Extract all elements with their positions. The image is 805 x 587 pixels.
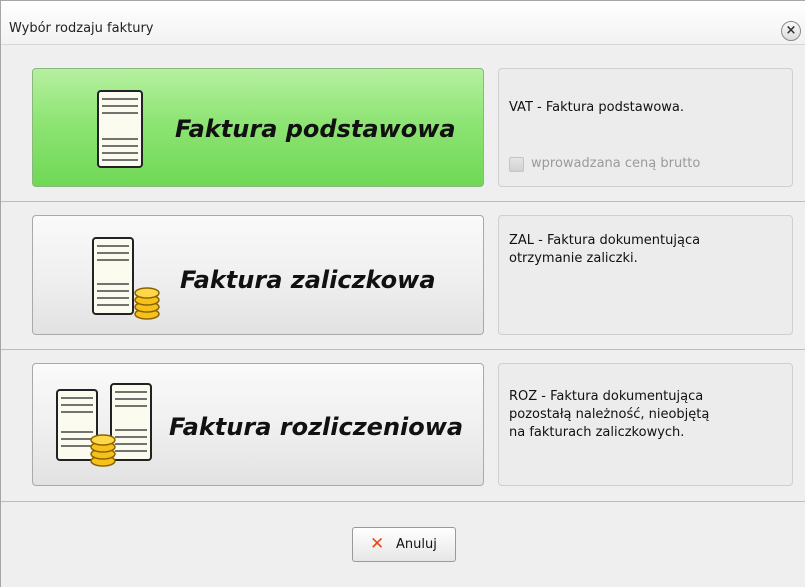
description-panel-advance-invoice: ZAL - Faktura dokumentująca otrzymanie z… bbox=[498, 215, 793, 335]
cancel-button-label: Anuluj bbox=[396, 537, 437, 552]
description-line: na fakturach zaliczkowych. bbox=[509, 425, 685, 440]
footer-divider bbox=[1, 501, 805, 502]
window-title: Wybór rodzaju faktury bbox=[9, 21, 154, 36]
two-invoices-with-coins-icon bbox=[56, 383, 152, 467]
description-panel-basic-invoice: VAT - Faktura podstawowa. wprowadzana ce… bbox=[498, 68, 793, 187]
section-divider bbox=[1, 349, 805, 350]
option-button-settlement-invoice[interactable]: Faktura rozliczeniowa bbox=[32, 363, 484, 486]
close-icon: × bbox=[785, 23, 797, 38]
description-settlement-invoice: ROZ - Faktura dokumentująca pozostałą na… bbox=[509, 388, 779, 442]
section-divider bbox=[1, 201, 805, 202]
description-line: pozostałą należność, nieobjętą bbox=[509, 407, 710, 422]
description-line: VAT - Faktura podstawowa. bbox=[509, 100, 685, 115]
invoice-with-coins-icon bbox=[92, 237, 160, 320]
title-bar: Wybór rodzaju faktury × bbox=[1, 1, 805, 45]
description-line: ZAL - Faktura dokumentująca bbox=[509, 233, 701, 248]
single-invoice-icon bbox=[97, 90, 143, 168]
description-basic-invoice: VAT - Faktura podstawowa. bbox=[509, 99, 779, 117]
option-label-settlement-invoice: Faktura rozliczeniowa bbox=[169, 413, 464, 441]
brutto-price-checkbox-label: wprowadzana ceną brutto bbox=[531, 156, 701, 171]
cancel-x-icon: ✕ bbox=[370, 534, 385, 554]
description-panel-settlement-invoice: ROZ - Faktura dokumentująca pozostałą na… bbox=[498, 363, 793, 486]
cancel-button[interactable]: ✕ Anuluj bbox=[352, 527, 456, 562]
close-button[interactable]: × bbox=[781, 21, 801, 41]
option-label-advance-invoice: Faktura zaliczkowa bbox=[180, 266, 436, 294]
option-button-basic-invoice[interactable]: Faktura podstawowa bbox=[32, 68, 484, 187]
brutto-price-checkbox[interactable] bbox=[509, 157, 524, 172]
invoice-type-dialog: Wybór rodzaju faktury × Faktura podstawo… bbox=[0, 0, 805, 587]
option-label-basic-invoice: Faktura podstawowa bbox=[175, 115, 456, 143]
option-button-advance-invoice[interactable]: Faktura zaliczkowa bbox=[32, 215, 484, 335]
description-advance-invoice: ZAL - Faktura dokumentująca otrzymanie z… bbox=[509, 232, 779, 268]
description-line: otrzymanie zaliczki. bbox=[509, 251, 638, 266]
description-line: ROZ - Faktura dokumentująca bbox=[509, 389, 704, 404]
